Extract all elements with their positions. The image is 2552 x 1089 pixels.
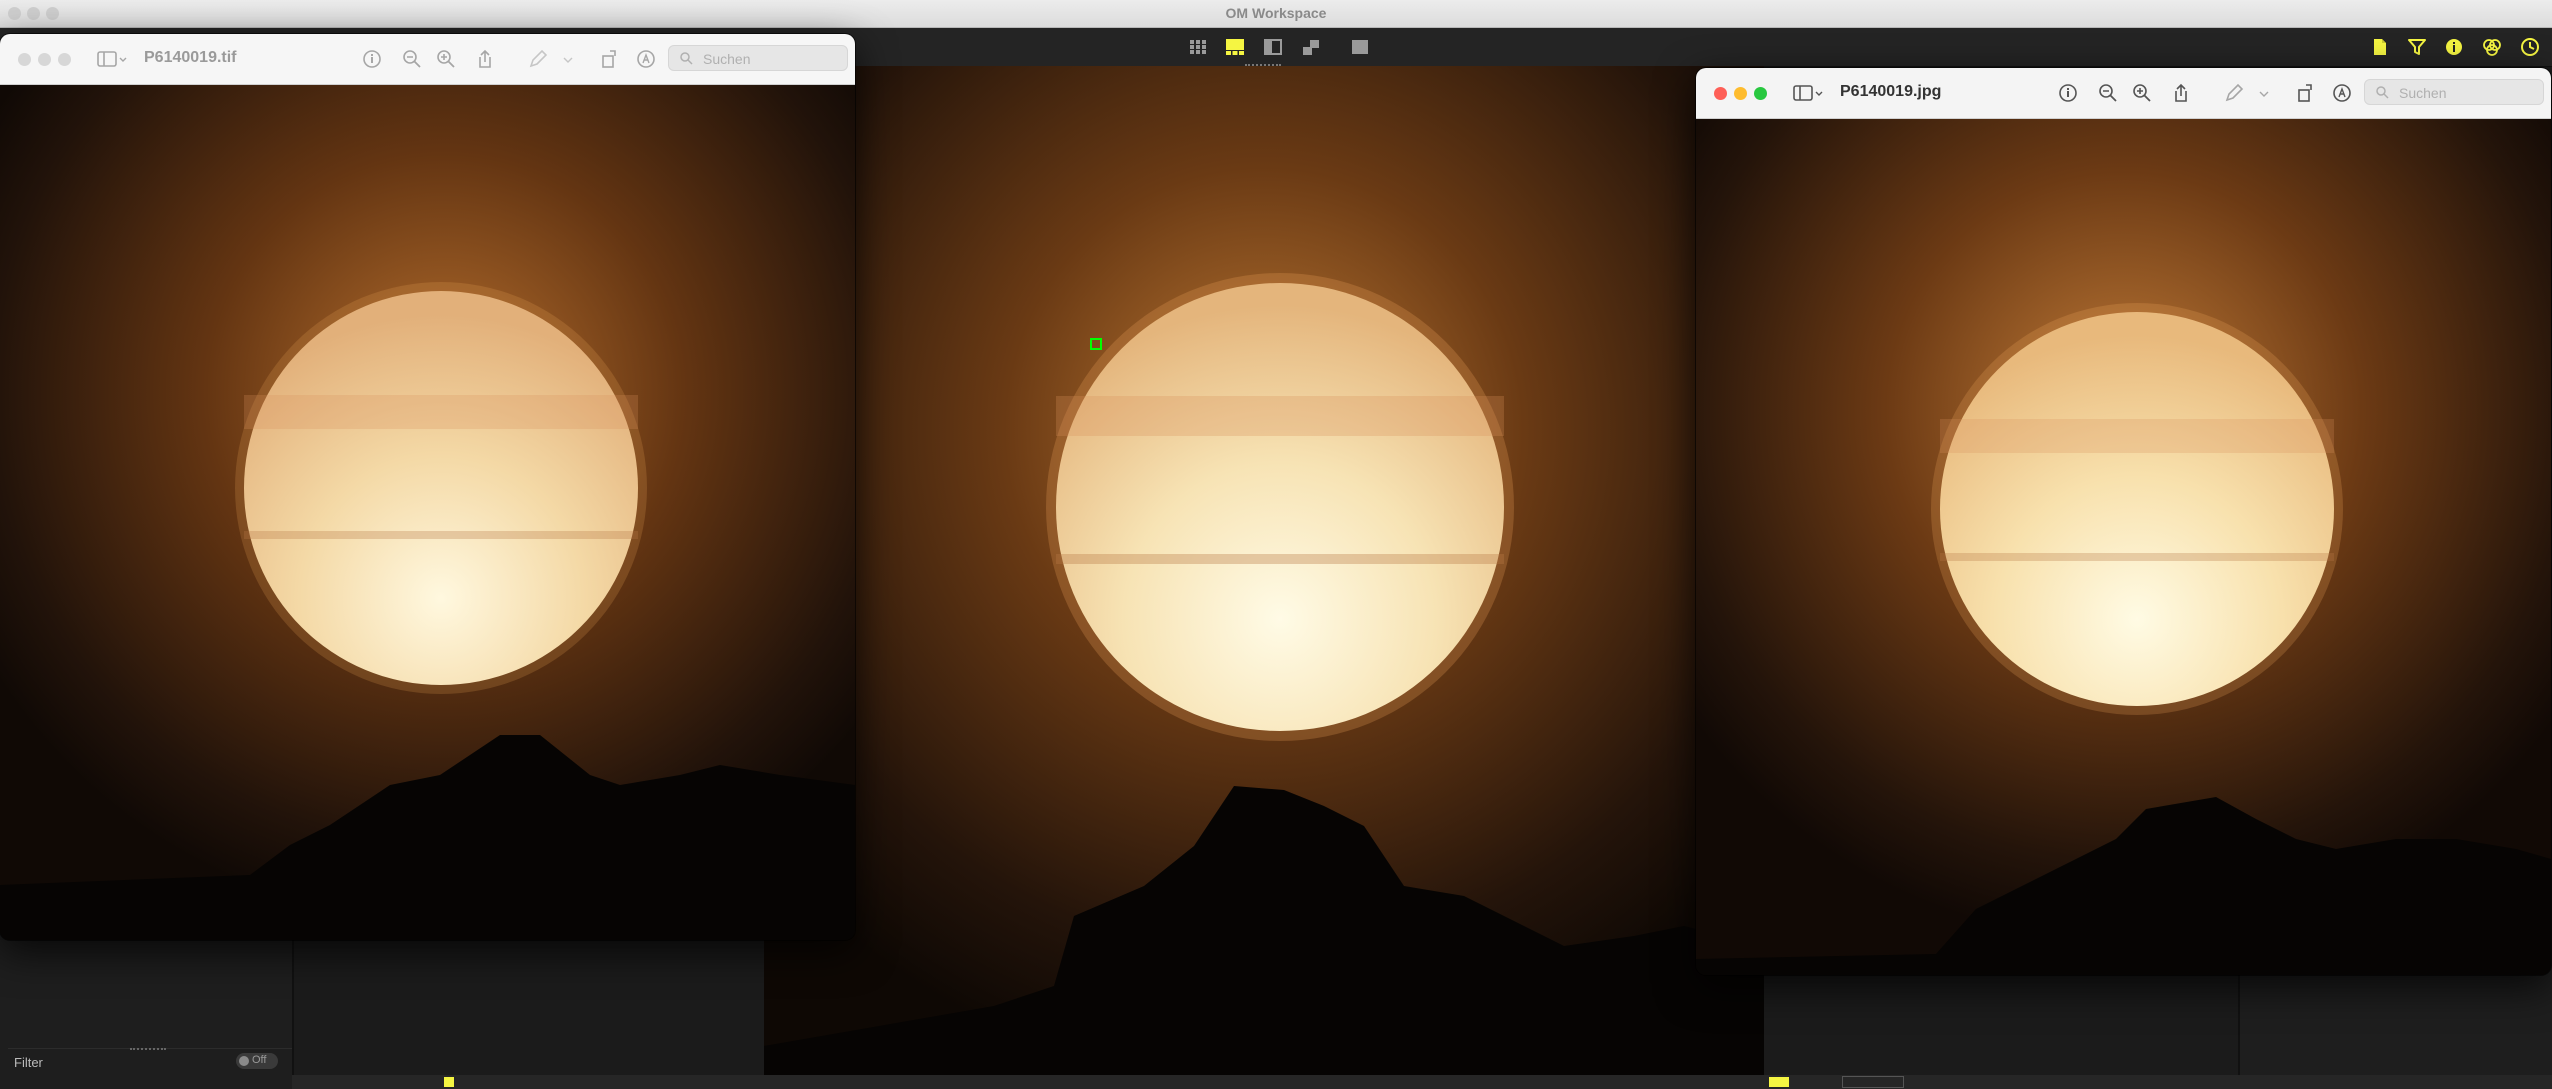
filter-icon[interactable] — [2406, 37, 2428, 57]
close-button[interactable] — [1714, 87, 1727, 100]
color-adjust-icon[interactable] — [2481, 37, 2503, 57]
compare-view-icon[interactable] — [1300, 37, 1322, 57]
zoom-in-icon[interactable] — [435, 48, 457, 70]
zoom-button[interactable] — [1754, 87, 1767, 100]
window-title: P6140019.tif — [144, 49, 237, 66]
rotate-icon[interactable] — [599, 48, 621, 70]
search-icon — [680, 52, 693, 65]
preview-window-tif[interactable]: P6140019.tif — [0, 34, 855, 940]
bottom-marker-icon[interactable] — [444, 1077, 454, 1087]
zoom-button[interactable] — [58, 53, 71, 66]
minimize-button[interactable] — [38, 53, 51, 66]
filter-label: Filter — [14, 1055, 43, 1070]
preview-image — [0, 85, 855, 940]
chevron-down-icon[interactable] — [2258, 82, 2270, 104]
chevron-down-icon[interactable] — [562, 48, 574, 70]
search-icon — [2376, 86, 2389, 99]
panel-resize-handle[interactable] — [130, 1048, 166, 1050]
markup-pen-icon[interactable] — [2223, 82, 2245, 104]
share-icon[interactable] — [474, 48, 496, 70]
info-icon[interactable] — [2057, 82, 2079, 104]
markup-icon[interactable] — [2331, 82, 2353, 104]
search-input[interactable] — [701, 49, 825, 69]
markup-icon[interactable] — [635, 48, 657, 70]
side-panel: Filter Off — [0, 940, 294, 1089]
search-input[interactable] — [2397, 83, 2521, 103]
right-panel — [2238, 960, 2552, 1080]
preview-toolbar: P6140019.tif — [0, 34, 855, 85]
preview-toolbar: P6140019.jpg — [1696, 68, 2551, 119]
bottom-view-icon[interactable] — [1769, 1077, 1789, 1087]
rotate-icon[interactable] — [2295, 82, 2317, 104]
zoom-field[interactable] — [1842, 1076, 1904, 1088]
filter-toggle[interactable]: Off — [236, 1053, 278, 1069]
window-title: P6140019.jpg — [1840, 83, 1942, 100]
filmstrip-view-icon[interactable] — [1224, 37, 1246, 57]
zoom-in-icon[interactable] — [2131, 82, 2153, 104]
list-view-icon[interactable] — [1262, 37, 1284, 57]
close-button[interactable] — [18, 53, 31, 66]
info-icon[interactable] — [2443, 37, 2465, 57]
zoom-out-icon[interactable] — [2097, 82, 2119, 104]
share-icon[interactable] — [2170, 82, 2192, 104]
bottom-toolbar — [292, 1075, 2552, 1089]
moon-photo — [0, 85, 855, 940]
app-titlebar: OM Workspace — [0, 0, 2552, 28]
info-icon[interactable] — [361, 48, 383, 70]
preview-window-jpg[interactable]: P6140019.jpg — [1696, 68, 2551, 975]
search-field[interactable] — [668, 45, 848, 71]
zoom-out-icon[interactable] — [401, 48, 423, 70]
moon-photo — [1696, 119, 2551, 975]
grid-view-icon[interactable] — [1187, 37, 1209, 57]
document-icon[interactable] — [2368, 37, 2390, 57]
app-title: OM Workspace — [1225, 5, 1327, 21]
main-image-view[interactable] — [764, 66, 1764, 1076]
history-icon[interactable] — [2519, 37, 2541, 57]
sidebar-toggle-icon[interactable] — [96, 48, 130, 70]
search-field[interactable] — [2364, 79, 2544, 105]
moon-photo — [764, 66, 1764, 1076]
preview-image — [1696, 119, 2551, 975]
sidebar-toggle-icon[interactable] — [1792, 82, 1826, 104]
single-view-icon[interactable] — [1349, 37, 1371, 57]
minimize-button[interactable] — [1734, 87, 1747, 100]
markup-pen-icon[interactable] — [527, 48, 549, 70]
